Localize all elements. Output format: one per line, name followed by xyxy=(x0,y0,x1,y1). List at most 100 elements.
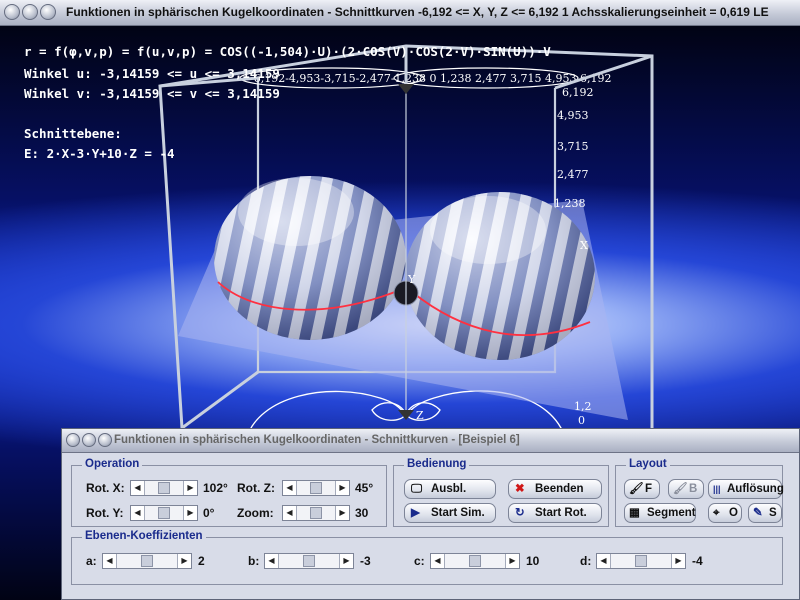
coef-b-slider[interactable]: ◀ ▶ xyxy=(264,553,354,569)
main-title-bar[interactable]: Funktionen in sphärischen Kugelkoordinat… xyxy=(0,0,800,26)
left-surface-lobe xyxy=(214,176,406,340)
slider-thumb[interactable] xyxy=(303,555,315,567)
start-sim-button[interactable]: ▶ Start Sim. xyxy=(404,503,496,523)
coef-b-value: -3 xyxy=(360,554,371,568)
svg-text:6,192: 6,192 xyxy=(562,86,594,99)
dialog-title: Funktionen in sphärischen Kugelkoordinat… xyxy=(114,434,520,446)
slider-thumb[interactable] xyxy=(141,555,153,567)
coef-c-value: 10 xyxy=(526,554,540,568)
window-title: Funktionen in sphärischen Kugelkoordinat… xyxy=(66,5,769,19)
grid-icon: ▦ xyxy=(629,507,640,519)
coefficients-group: Ebenen-Koeffizienten a: ◀ ▶ 2 b: ◀ ▶ -3 c:… xyxy=(71,530,783,585)
svg-text:2,477: 2,477 xyxy=(557,168,589,181)
rot-y-label: Rot. Y: xyxy=(86,506,124,520)
scroll-right-icon[interactable]: ▶ xyxy=(339,554,353,568)
rot-y-value: 0° xyxy=(203,506,215,520)
bedienung-group-label: Bedienung xyxy=(404,458,470,470)
plane-equation: E: 2·X-3·Y+10·Z = -4 xyxy=(24,146,175,161)
coef-a-value: 2 xyxy=(198,554,205,568)
scroll-left-icon[interactable]: ◀ xyxy=(431,554,445,568)
scroll-left-icon[interactable]: ◀ xyxy=(131,506,145,520)
formula-text: r = f(φ,v,p) = f(u,v,p) = COS((-1,504)·U… xyxy=(24,44,551,59)
brush-icon: 🖌 xyxy=(673,483,688,495)
scroll-right-icon[interactable]: ▶ xyxy=(177,554,191,568)
ausbl-button[interactable]: 🖵 Ausbl. xyxy=(404,479,496,499)
angle-u-range: Winkel u: -3,14159 <= u <= 3,14159 xyxy=(24,66,280,81)
start-rot-button[interactable]: ↻ Start Rot. xyxy=(508,503,602,523)
scroll-right-icon[interactable]: ▶ xyxy=(505,554,519,568)
scroll-right-icon[interactable]: ▶ xyxy=(183,481,197,495)
dialog-menu-button[interactable] xyxy=(66,433,80,447)
x-axis-label: X xyxy=(580,239,588,252)
resolution-icon: ||| xyxy=(713,484,721,494)
rot-z-slider[interactable]: ◀ ▶ xyxy=(282,480,350,496)
coef-c-slider[interactable]: ◀ ▶ xyxy=(430,553,520,569)
color-b-button: 🖌 B xyxy=(668,479,704,499)
dialog-title-bar[interactable]: Funktionen in sphärischen Kugelkoordinat… xyxy=(62,429,799,453)
scroll-left-icon[interactable]: ◀ xyxy=(283,481,297,495)
scroll-left-icon[interactable]: ◀ xyxy=(131,481,145,495)
rotate-icon: ↻ xyxy=(515,507,525,519)
control-dialog: Funktionen in sphärischen Kugelkoordinat… xyxy=(61,428,800,600)
operation-group-label: Operation xyxy=(82,458,143,470)
segment-button[interactable]: ▦ Segment xyxy=(624,503,696,523)
slider-thumb[interactable] xyxy=(469,555,481,567)
z-axis-label: Z xyxy=(416,409,424,422)
svg-text:0: 0 xyxy=(578,414,585,427)
scroll-left-icon[interactable]: ◀ xyxy=(265,554,279,568)
surface-s-button[interactable]: ✎ S xyxy=(748,503,782,523)
rot-z-value: 45° xyxy=(355,481,374,495)
operation-group: Operation Rot. X: ◀ ▶ 102° Rot. Z: ◀ ▶ 45°… xyxy=(71,458,387,527)
color-f-button[interactable]: 🖌 F xyxy=(624,479,660,499)
scroll-right-icon[interactable]: ▶ xyxy=(335,481,349,495)
bedienung-group: Bedienung 🖵 Ausbl. ✖ Beenden ▶ Start Sim. ↻… xyxy=(393,458,609,527)
slider-thumb[interactable] xyxy=(310,482,322,494)
scroll-left-icon[interactable]: ◀ xyxy=(103,554,117,568)
maximize-button[interactable] xyxy=(40,4,56,20)
minimize-button[interactable] xyxy=(22,4,38,20)
slider-thumb[interactable] xyxy=(635,555,647,567)
pencil-icon: ✎ xyxy=(753,507,763,519)
coef-a-slider[interactable]: ◀ ▶ xyxy=(102,553,192,569)
bottom-tick-labels: 1,2 0 xyxy=(574,400,592,427)
play-icon: ▶ xyxy=(411,507,420,519)
paint-bucket-icon: 🖌 xyxy=(629,483,644,495)
svg-text:3,715: 3,715 xyxy=(557,140,589,153)
close-icon: ✖ xyxy=(515,483,525,495)
x-axis-tick-labels: -6,192-4,953-3,715-2,477-1,238 0 1,238 2… xyxy=(250,72,611,85)
svg-text:1,2: 1,2 xyxy=(574,400,592,413)
scroll-right-icon[interactable]: ▶ xyxy=(183,506,197,520)
coef-d-value: -4 xyxy=(692,554,703,568)
svg-text:1,238: 1,238 xyxy=(554,197,586,210)
scroll-left-icon[interactable]: ◀ xyxy=(283,506,297,520)
z-axis-tick-labels: 6,192 4,953 3,715 2,477 1,238 xyxy=(554,86,594,210)
dialog-minimize-button[interactable] xyxy=(82,433,96,447)
coef-a-label: a: xyxy=(86,554,97,568)
rot-x-value: 102° xyxy=(203,481,228,495)
y-axis-label: Y xyxy=(407,273,416,286)
layout-group: Layout 🖌 F 🖌 B ||| Auflösung ▦ Segment ⌖ O ✎ S xyxy=(615,458,784,527)
slider-thumb[interactable] xyxy=(158,482,170,494)
beenden-button[interactable]: ✖ Beenden xyxy=(508,479,602,499)
coefficients-group-label: Ebenen-Koeffizienten xyxy=(82,530,206,542)
rot-x-slider[interactable]: ◀ ▶ xyxy=(130,480,198,496)
plane-heading: Schnittebene: xyxy=(24,126,122,141)
scroll-right-icon[interactable]: ▶ xyxy=(335,506,349,520)
window-menu-button[interactable] xyxy=(4,4,20,20)
rot-z-label: Rot. Z: xyxy=(237,481,275,495)
scroll-left-icon[interactable]: ◀ xyxy=(597,554,611,568)
coef-c-label: c: xyxy=(414,554,425,568)
angle-v-range: Winkel v: -3,14159 <= v <= 3,14159 xyxy=(24,86,280,101)
rot-y-slider[interactable]: ◀ ▶ xyxy=(130,505,198,521)
slider-thumb[interactable] xyxy=(158,507,170,519)
zoom-label: Zoom: xyxy=(237,506,274,520)
aufloesung-button[interactable]: ||| Auflösung xyxy=(708,479,784,499)
zoom-slider[interactable]: ◀ ▶ xyxy=(282,505,350,521)
dialog-maximize-button[interactable] xyxy=(98,433,112,447)
origin-button[interactable]: ⌖ O xyxy=(708,503,742,523)
slider-thumb[interactable] xyxy=(310,507,322,519)
right-surface-lobe xyxy=(405,192,595,360)
scroll-right-icon[interactable]: ▶ xyxy=(671,554,685,568)
coef-d-slider[interactable]: ◀ ▶ xyxy=(596,553,686,569)
zoom-value: 30 xyxy=(355,506,369,520)
